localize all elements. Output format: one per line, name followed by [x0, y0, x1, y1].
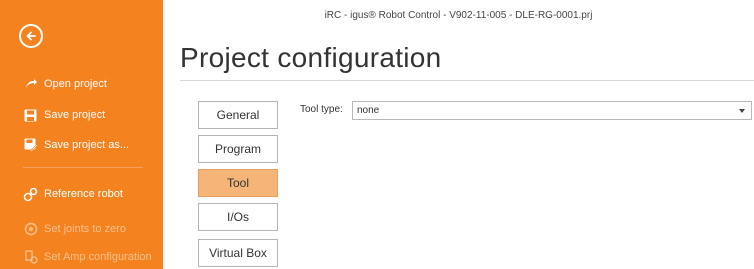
save-icon [23, 108, 38, 123]
reference-robot-icon [23, 187, 38, 202]
set-amp-configuration-button[interactable]: Set Amp configuration [23, 248, 152, 266]
reference-robot-button[interactable]: Reference robot [23, 185, 123, 203]
open-project-icon [23, 77, 38, 92]
tool-type-label: Tool type: [300, 104, 343, 115]
save-project-as-label: Save project as... [44, 139, 129, 151]
tool-type-select[interactable]: none [352, 101, 752, 120]
sidebar: Open project Save project Save project a… [0, 0, 163, 269]
save-project-button[interactable]: Save project [23, 106, 105, 124]
open-project-label: Open project [44, 78, 107, 90]
tab-virtual-box[interactable]: Virtual Box [198, 239, 278, 267]
open-project-button[interactable]: Open project [23, 75, 107, 93]
tab-general[interactable]: General [198, 101, 278, 129]
back-arrow-circle-icon [26, 31, 36, 41]
save-as-icon [23, 138, 38, 153]
title-divider [180, 80, 754, 81]
set-amp-configuration-label: Set Amp configuration [44, 251, 152, 263]
menu-divider [23, 167, 143, 168]
chevron-down-icon [739, 109, 745, 113]
tool-type-value: none [357, 105, 380, 116]
back-button[interactable] [19, 24, 43, 48]
amp-configuration-icon [23, 250, 38, 265]
page-title: Project configuration [180, 42, 442, 73]
save-project-label: Save project [44, 109, 106, 121]
tab-program[interactable]: Program [198, 135, 278, 163]
tab-tool[interactable]: Tool [198, 169, 278, 197]
tab-ios[interactable]: I/Os [198, 203, 278, 231]
set-joints-zero-icon [23, 222, 38, 237]
set-joints-to-zero-button[interactable]: Set joints to zero [23, 220, 126, 238]
save-project-as-button[interactable]: Save project as... [23, 136, 129, 154]
set-joints-to-zero-label: Set joints to zero [44, 223, 126, 235]
reference-robot-label: Reference robot [44, 188, 123, 200]
window-title: iRC - igus® Robot Control - V902-11-005 … [324, 10, 593, 21]
